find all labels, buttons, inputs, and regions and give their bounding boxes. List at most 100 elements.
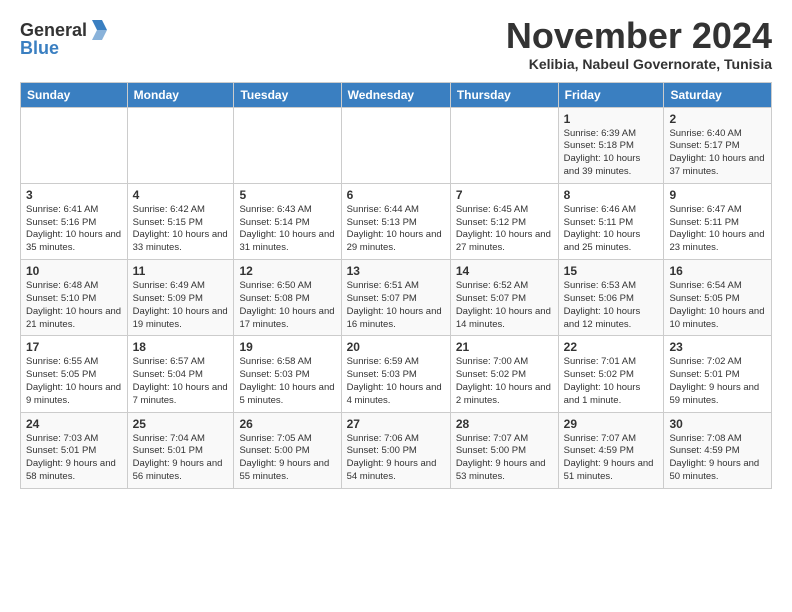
calendar-header-row: SundayMondayTuesdayWednesdayThursdayFrid… [21, 82, 772, 107]
calendar-cell: 5 Sunrise: 6:43 AM Sunset: 5:14 PM Daylig… [234, 183, 341, 259]
day-number: 9 [669, 188, 766, 202]
day-info: Sunrise: 6:45 AM Sunset: 5:12 PM Dayligh… [456, 204, 553, 255]
calendar-cell [127, 107, 234, 183]
day-number: 5 [239, 188, 335, 202]
day-info: Sunrise: 6:49 AM Sunset: 5:09 PM Dayligh… [133, 280, 229, 331]
day-number: 1 [564, 112, 659, 126]
month-title: November 2024 [506, 16, 772, 56]
day-info: Sunrise: 7:02 AM Sunset: 5:01 PM Dayligh… [669, 356, 766, 407]
day-info: Sunrise: 6:58 AM Sunset: 5:03 PM Dayligh… [239, 356, 335, 407]
calendar-cell: 23 Sunrise: 7:02 AM Sunset: 5:01 PM Dayli… [664, 336, 772, 412]
day-number: 15 [564, 264, 659, 278]
day-info: Sunrise: 7:01 AM Sunset: 5:02 PM Dayligh… [564, 356, 659, 407]
day-info: Sunrise: 6:43 AM Sunset: 5:14 PM Dayligh… [239, 204, 335, 255]
calendar-cell: 3 Sunrise: 6:41 AM Sunset: 5:16 PM Daylig… [21, 183, 128, 259]
weekday-header-tuesday: Tuesday [234, 82, 341, 107]
logo-svg: General Blue [20, 16, 110, 58]
calendar-cell: 16 Sunrise: 6:54 AM Sunset: 5:05 PM Dayli… [664, 260, 772, 336]
day-number: 12 [239, 264, 335, 278]
day-number: 30 [669, 417, 766, 431]
calendar-cell: 22 Sunrise: 7:01 AM Sunset: 5:02 PM Dayli… [558, 336, 664, 412]
calendar-cell: 20 Sunrise: 6:59 AM Sunset: 5:03 PM Dayli… [341, 336, 450, 412]
day-number: 24 [26, 417, 122, 431]
page-header: General Blue November 2024 Kelibia, Nabe… [20, 16, 772, 72]
day-number: 17 [26, 340, 122, 354]
day-number: 18 [133, 340, 229, 354]
calendar-cell: 28 Sunrise: 7:07 AM Sunset: 5:00 PM Dayli… [450, 412, 558, 488]
day-info: Sunrise: 6:50 AM Sunset: 5:08 PM Dayligh… [239, 280, 335, 331]
day-info: Sunrise: 6:47 AM Sunset: 5:11 PM Dayligh… [669, 204, 766, 255]
calendar-cell [341, 107, 450, 183]
day-number: 29 [564, 417, 659, 431]
calendar-cell: 1 Sunrise: 6:39 AM Sunset: 5:18 PM Daylig… [558, 107, 664, 183]
day-number: 8 [564, 188, 659, 202]
calendar-cell: 27Sunrise: 7:06 AM Sunset: 5:00 PM Dayli… [341, 412, 450, 488]
day-number: 10 [26, 264, 122, 278]
calendar-cell: 10 Sunrise: 6:48 AM Sunset: 5:10 PM Dayli… [21, 260, 128, 336]
day-number: 22 [564, 340, 659, 354]
calendar-cell: 13Sunrise: 6:51 AM Sunset: 5:07 PM Dayli… [341, 260, 450, 336]
day-number: 4 [133, 188, 229, 202]
calendar-cell: 11 Sunrise: 6:49 AM Sunset: 5:09 PM Dayli… [127, 260, 234, 336]
calendar-week-3: 10 Sunrise: 6:48 AM Sunset: 5:10 PM Dayli… [21, 260, 772, 336]
day-number: 20 [347, 340, 445, 354]
day-info: Sunrise: 6:54 AM Sunset: 5:05 PM Dayligh… [669, 280, 766, 331]
day-info: Sunrise: 6:42 AM Sunset: 5:15 PM Dayligh… [133, 204, 229, 255]
day-info: Sunrise: 6:51 AM Sunset: 5:07 PM Dayligh… [347, 280, 445, 331]
day-number: 14 [456, 264, 553, 278]
weekday-header-thursday: Thursday [450, 82, 558, 107]
calendar-cell: 9 Sunrise: 6:47 AM Sunset: 5:11 PM Daylig… [664, 183, 772, 259]
calendar-cell: 19 Sunrise: 6:58 AM Sunset: 5:03 PM Dayli… [234, 336, 341, 412]
day-info: Sunrise: 6:39 AM Sunset: 5:18 PM Dayligh… [564, 128, 659, 179]
calendar-cell: 24Sunrise: 7:03 AM Sunset: 5:01 PM Dayli… [21, 412, 128, 488]
day-info: Sunrise: 7:06 AM Sunset: 5:00 PM Dayligh… [347, 433, 445, 484]
calendar-week-2: 3 Sunrise: 6:41 AM Sunset: 5:16 PM Daylig… [21, 183, 772, 259]
day-number: 19 [239, 340, 335, 354]
calendar-cell: 14 Sunrise: 6:52 AM Sunset: 5:07 PM Dayli… [450, 260, 558, 336]
day-info: Sunrise: 6:57 AM Sunset: 5:04 PM Dayligh… [133, 356, 229, 407]
calendar-cell: 2Sunrise: 6:40 AM Sunset: 5:17 PM Daylig… [664, 107, 772, 183]
svg-text:Blue: Blue [20, 38, 59, 58]
day-info: Sunrise: 6:55 AM Sunset: 5:05 PM Dayligh… [26, 356, 122, 407]
day-number: 3 [26, 188, 122, 202]
calendar-cell: 30 Sunrise: 7:08 AM Sunset: 4:59 PM Dayli… [664, 412, 772, 488]
day-info: Sunrise: 7:04 AM Sunset: 5:01 PM Dayligh… [133, 433, 229, 484]
calendar-cell: 15Sunrise: 6:53 AM Sunset: 5:06 PM Dayli… [558, 260, 664, 336]
calendar-cell: 7 Sunrise: 6:45 AM Sunset: 5:12 PM Daylig… [450, 183, 558, 259]
weekday-header-monday: Monday [127, 82, 234, 107]
calendar-cell: 25 Sunrise: 7:04 AM Sunset: 5:01 PM Dayli… [127, 412, 234, 488]
weekday-header-wednesday: Wednesday [341, 82, 450, 107]
day-info: Sunrise: 7:07 AM Sunset: 5:00 PM Dayligh… [456, 433, 553, 484]
calendar-week-4: 17 Sunrise: 6:55 AM Sunset: 5:05 PM Dayli… [21, 336, 772, 412]
day-number: 21 [456, 340, 553, 354]
day-info: Sunrise: 6:59 AM Sunset: 5:03 PM Dayligh… [347, 356, 445, 407]
day-number: 11 [133, 264, 229, 278]
calendar-cell: 4 Sunrise: 6:42 AM Sunset: 5:15 PM Daylig… [127, 183, 234, 259]
day-number: 28 [456, 417, 553, 431]
day-info: Sunrise: 7:07 AM Sunset: 4:59 PM Dayligh… [564, 433, 659, 484]
day-number: 23 [669, 340, 766, 354]
day-info: Sunrise: 6:48 AM Sunset: 5:10 PM Dayligh… [26, 280, 122, 331]
calendar-cell: 21 Sunrise: 7:00 AM Sunset: 5:02 PM Dayli… [450, 336, 558, 412]
day-number: 7 [456, 188, 553, 202]
day-number: 16 [669, 264, 766, 278]
day-info: Sunrise: 6:41 AM Sunset: 5:16 PM Dayligh… [26, 204, 122, 255]
day-number: 25 [133, 417, 229, 431]
weekday-header-friday: Friday [558, 82, 664, 107]
day-info: Sunrise: 7:00 AM Sunset: 5:02 PM Dayligh… [456, 356, 553, 407]
calendar-cell [234, 107, 341, 183]
calendar-cell: 6Sunrise: 6:44 AM Sunset: 5:13 PM Daylig… [341, 183, 450, 259]
day-info: Sunrise: 7:08 AM Sunset: 4:59 PM Dayligh… [669, 433, 766, 484]
calendar-cell: 18 Sunrise: 6:57 AM Sunset: 5:04 PM Dayli… [127, 336, 234, 412]
calendar-body: 1 Sunrise: 6:39 AM Sunset: 5:18 PM Daylig… [21, 107, 772, 488]
calendar-cell [21, 107, 128, 183]
calendar-cell: 29 Sunrise: 7:07 AM Sunset: 4:59 PM Dayli… [558, 412, 664, 488]
calendar-cell [450, 107, 558, 183]
day-number: 2 [669, 112, 766, 126]
calendar-cell: 17 Sunrise: 6:55 AM Sunset: 5:05 PM Dayli… [21, 336, 128, 412]
day-info: Sunrise: 6:52 AM Sunset: 5:07 PM Dayligh… [456, 280, 553, 331]
calendar-week-5: 24Sunrise: 7:03 AM Sunset: 5:01 PM Dayli… [21, 412, 772, 488]
location-subtitle: Kelibia, Nabeul Governorate, Tunisia [506, 56, 772, 72]
logo[interactable]: General Blue [20, 16, 110, 58]
day-info: Sunrise: 7:05 AM Sunset: 5:00 PM Dayligh… [239, 433, 335, 484]
